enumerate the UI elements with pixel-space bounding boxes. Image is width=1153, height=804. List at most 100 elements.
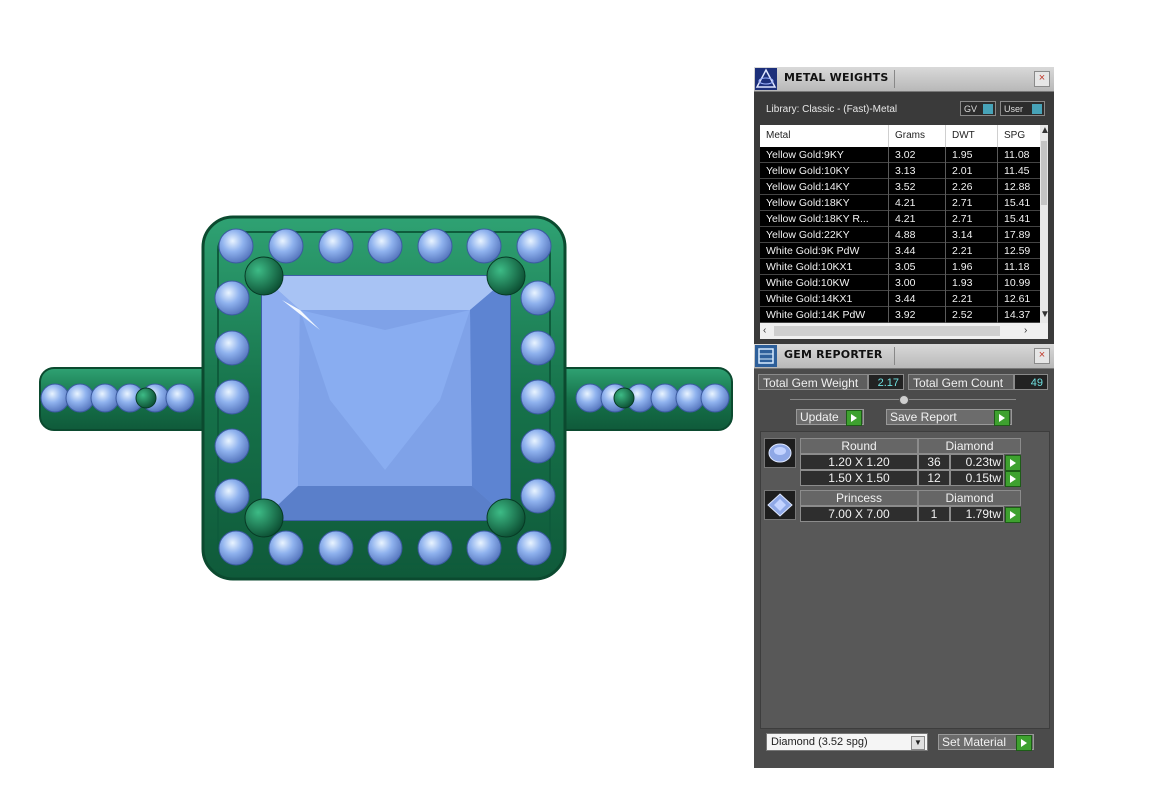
round-gem-icon[interactable]: [764, 438, 796, 468]
gem-count: 1: [918, 506, 950, 522]
spg-cell: 11.45: [1004, 165, 1030, 177]
table-row[interactable]: White Gold:10KW 3.00 1.93 10.99: [760, 275, 1040, 291]
shank-stone: [650, 383, 680, 413]
dwt-cell: 3.14: [952, 229, 973, 241]
table-row[interactable]: Yellow Gold:9KY 3.02 1.95 11.08: [760, 147, 1040, 163]
metal-name-cell: White Gold:10KX1: [766, 261, 853, 273]
user-toggle[interactable]: User: [1000, 101, 1045, 116]
column-header-dwt[interactable]: DWT: [952, 130, 975, 141]
horizontal-scroll-thumb[interactable]: [774, 326, 1000, 336]
halo-stone: [318, 530, 354, 566]
halo-stone: [268, 228, 304, 264]
gem-row-go-icon[interactable]: [1005, 507, 1021, 523]
metal-weights-title: METAL WEIGHTS: [784, 71, 889, 84]
total-gem-weight-label: Total Gem Weight: [758, 374, 868, 390]
table-row[interactable]: Yellow Gold:14KY 3.52 2.26 12.88: [760, 179, 1040, 195]
update-go-icon[interactable]: [846, 410, 862, 426]
halo-stone: [367, 530, 403, 566]
column-divider: [888, 163, 889, 179]
dwt-cell: 2.26: [952, 181, 973, 193]
scroll-left-icon[interactable]: ‹: [763, 325, 766, 336]
user-toggle-indicator: [1032, 104, 1042, 114]
material-select[interactable]: Diamond (3.52 spg) ▼: [766, 733, 928, 751]
scroll-thumb[interactable]: [1041, 141, 1047, 205]
table-row[interactable]: Yellow Gold:18KY 4.21 2.71 15.41: [760, 195, 1040, 211]
scroll-right-icon[interactable]: ›: [1024, 325, 1027, 336]
gem-count: 36: [918, 454, 950, 470]
3d-viewport[interactable]: [0, 0, 750, 799]
gem-count: 12: [918, 470, 950, 486]
halo-stone: [268, 530, 304, 566]
gem-reporter-panel: GEM REPORTER × Total Gem Weight 2.17 Tot…: [754, 344, 1054, 768]
set-material-button[interactable]: Set Material: [938, 734, 1034, 751]
table-row[interactable]: Yellow Gold:18KY R... 4.21 2.71 15.41: [760, 211, 1040, 227]
halo-stone: [516, 228, 552, 264]
table-row[interactable]: Yellow Gold:22KY 4.88 3.14 17.89: [760, 227, 1040, 243]
close-icon[interactable]: ×: [1034, 348, 1050, 364]
total-gem-count-label: Total Gem Count: [908, 374, 1014, 390]
metal-name-cell: White Gold:14K PdW: [766, 309, 866, 321]
gem-shape-round: Round: [800, 438, 918, 454]
horizontal-scrollbar[interactable]: ‹ ›: [760, 323, 1048, 339]
table-row[interactable]: White Gold:9K PdW 3.44 2.21 12.59: [760, 243, 1040, 259]
gem-size: 1.20 X 1.20: [800, 454, 918, 470]
princess-gem-icon[interactable]: [764, 490, 796, 520]
center-stone: [261, 275, 511, 521]
gem-reporter-app-icon: [755, 345, 777, 367]
gem-reporter-titlebar[interactable]: GEM REPORTER ×: [754, 344, 1054, 369]
metal-weights-app-icon: [755, 68, 777, 90]
halo-stone: [367, 228, 403, 264]
column-divider: [888, 211, 889, 227]
grams-cell: 4.21: [895, 197, 916, 209]
save-report-button[interactable]: Save Report: [886, 409, 1012, 426]
vertical-scrollbar[interactable]: ▲ ▼: [1040, 125, 1048, 323]
column-divider: [888, 275, 889, 291]
metal-weights-titlebar[interactable]: METAL WEIGHTS ×: [754, 67, 1054, 92]
shank-stone: [700, 383, 730, 413]
dwt-cell: 2.71: [952, 197, 973, 209]
spg-cell: 12.59: [1004, 245, 1031, 257]
grams-cell: 3.44: [895, 245, 916, 257]
column-divider: [888, 179, 889, 195]
set-material-go-icon[interactable]: [1016, 735, 1032, 751]
halo-stone: [516, 530, 552, 566]
spg-cell: 14.37: [1004, 309, 1031, 321]
column-divider: [888, 307, 889, 323]
gem-weight: 0.23tw: [950, 454, 1004, 470]
gem-reporter-title: GEM REPORTER: [784, 348, 883, 361]
side-bead: [135, 387, 157, 409]
update-button[interactable]: Update: [796, 409, 864, 426]
grams-cell: 3.44: [895, 293, 916, 305]
table-row[interactable]: White Gold:14K PdW 3.92 2.52 14.37: [760, 307, 1040, 323]
table-row[interactable]: Yellow Gold:10KY 3.13 2.01 11.45: [760, 163, 1040, 179]
save-report-go-icon[interactable]: [994, 410, 1010, 426]
gem-row-go-icon[interactable]: [1005, 455, 1021, 471]
gem-row-go-icon[interactable]: [1005, 471, 1021, 487]
column-header-spg[interactable]: SPG: [1004, 130, 1025, 141]
shank-stone: [40, 383, 70, 413]
gv-toggle[interactable]: GV: [960, 101, 996, 116]
table-row[interactable]: White Gold:10KX1 3.05 1.96 11.18: [760, 259, 1040, 275]
halo-stone: [214, 280, 250, 316]
column-divider: [997, 195, 998, 211]
ring-model: [39, 215, 733, 581]
halo-stone: [520, 428, 556, 464]
column-divider: [945, 307, 946, 323]
prong: [244, 256, 284, 296]
table-row[interactable]: White Gold:14KX1 3.44 2.21 12.61: [760, 291, 1040, 307]
size-slider-handle[interactable]: [899, 395, 909, 405]
close-icon[interactable]: ×: [1034, 71, 1050, 87]
spg-cell: 11.18: [1004, 261, 1030, 273]
scroll-down-icon[interactable]: ▼: [1040, 309, 1048, 320]
column-divider: [888, 259, 889, 275]
scroll-up-icon[interactable]: ▲: [1040, 125, 1048, 136]
column-divider: [997, 227, 998, 243]
grams-cell: 4.21: [895, 213, 916, 225]
spg-cell: 11.08: [1004, 149, 1030, 161]
halo-stone: [520, 280, 556, 316]
gem-material-diamond: Diamond: [918, 490, 1021, 506]
column-divider: [997, 275, 998, 291]
column-header-metal[interactable]: Metal: [766, 130, 790, 141]
column-header-grams[interactable]: Grams: [895, 130, 925, 141]
chevron-down-icon[interactable]: ▼: [911, 736, 925, 750]
